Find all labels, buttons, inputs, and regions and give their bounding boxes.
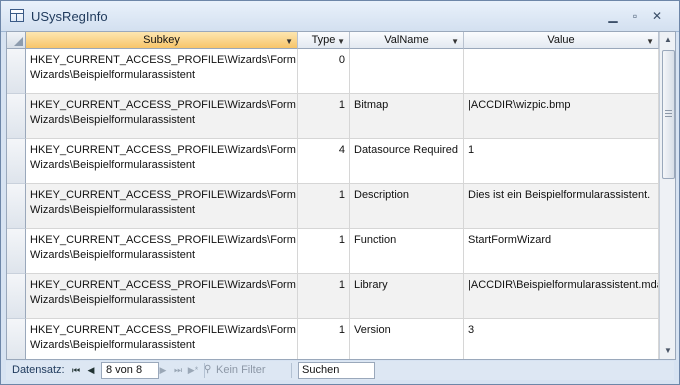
type-cell[interactable]: 1 bbox=[298, 229, 350, 274]
grip-line bbox=[665, 116, 672, 117]
subkey-cell[interactable]: HKEY_CURRENT_ACCESS_PROFILE\Wizards\Form… bbox=[26, 319, 298, 359]
subkey-cell[interactable]: HKEY_CURRENT_ACCESS_PROFILE\Wizards\Form… bbox=[26, 184, 298, 229]
value-cell[interactable]: StartFormWizard bbox=[464, 229, 659, 274]
table-row[interactable]: HKEY_CURRENT_ACCESS_PROFILE\Wizards\Form… bbox=[7, 184, 659, 229]
scroll-thumb[interactable] bbox=[662, 50, 675, 179]
type-cell[interactable]: 0 bbox=[298, 49, 350, 94]
subkey-cell[interactable]: HKEY_CURRENT_ACCESS_PROFILE\Wizards\Form… bbox=[26, 94, 298, 139]
record-selector[interactable] bbox=[7, 94, 26, 139]
last-record-icon[interactable]: ⏭ bbox=[172, 363, 184, 377]
type-cell[interactable]: 4 bbox=[298, 139, 350, 184]
column-header-label: ValName bbox=[384, 34, 429, 46]
subkey-cell[interactable]: HKEY_CURRENT_ACCESS_PROFILE\Wizards\Form… bbox=[26, 274, 298, 319]
column-header-label: Value bbox=[547, 34, 575, 46]
record-selector[interactable] bbox=[7, 49, 26, 94]
column-header-value[interactable]: Value ▼ bbox=[464, 32, 659, 49]
filter-label: Kein Filter bbox=[216, 364, 266, 376]
restore-icon[interactable]: ▫ bbox=[627, 9, 643, 23]
record-selector[interactable] bbox=[7, 229, 26, 274]
dropdown-arrow-icon[interactable]: ▼ bbox=[285, 34, 293, 50]
select-all-corner[interactable] bbox=[7, 32, 26, 49]
table-row[interactable]: HKEY_CURRENT_ACCESS_PROFILE\Wizards\Form… bbox=[7, 49, 659, 94]
dropdown-arrow-icon[interactable]: ▼ bbox=[337, 34, 345, 50]
scroll-down-icon[interactable]: ▼ bbox=[660, 343, 675, 359]
minimize-icon[interactable]: ▁ bbox=[605, 9, 621, 23]
filter-status[interactable]: ⚲ Kein Filter bbox=[204, 364, 266, 376]
first-record-icon[interactable]: ⏮ bbox=[70, 363, 82, 377]
previous-record-icon[interactable]: ◀ bbox=[85, 363, 97, 377]
column-header-row: Subkey ▼ Type ▼ ValName ▼ Value ▼ bbox=[7, 32, 675, 49]
table-row[interactable]: HKEY_CURRENT_ACCESS_PROFILE\Wizards\Form… bbox=[7, 229, 659, 274]
column-header-label: Subkey bbox=[143, 34, 180, 46]
dropdown-arrow-icon[interactable]: ▼ bbox=[646, 34, 654, 50]
datasheet-grid: Subkey ▼ Type ▼ ValName ▼ Value ▼ HKEY_C… bbox=[6, 31, 676, 360]
valname-cell[interactable]: Version bbox=[350, 319, 464, 359]
valname-cell[interactable]: Datasource Required bbox=[350, 139, 464, 184]
record-selector[interactable] bbox=[7, 139, 26, 184]
type-cell[interactable]: 1 bbox=[298, 184, 350, 229]
value-cell[interactable]: 1 bbox=[464, 139, 659, 184]
vertical-scrollbar[interactable]: ▲ ▼ bbox=[659, 32, 675, 359]
subkey-cell[interactable]: HKEY_CURRENT_ACCESS_PROFILE\Wizards\Form… bbox=[26, 139, 298, 184]
grip-line bbox=[665, 113, 672, 114]
record-selector[interactable] bbox=[7, 274, 26, 319]
record-selector[interactable] bbox=[7, 319, 26, 359]
column-header-valname[interactable]: ValName ▼ bbox=[350, 32, 464, 49]
dropdown-arrow-icon[interactable]: ▼ bbox=[451, 34, 459, 50]
column-header-type[interactable]: Type ▼ bbox=[298, 32, 350, 49]
record-selector[interactable] bbox=[7, 184, 26, 229]
valname-cell[interactable]: Function bbox=[350, 229, 464, 274]
value-cell[interactable]: 3 bbox=[464, 319, 659, 359]
current-record-field[interactable]: 8 von 8 bbox=[101, 362, 159, 379]
search-input[interactable]: Suchen bbox=[298, 362, 375, 379]
type-cell[interactable]: 1 bbox=[298, 94, 350, 139]
valname-cell[interactable]: Bitmap bbox=[350, 94, 464, 139]
grip-line bbox=[665, 110, 672, 111]
table-row[interactable]: HKEY_CURRENT_ACCESS_PROFILE\Wizards\Form… bbox=[7, 94, 659, 139]
column-header-subkey[interactable]: Subkey ▼ bbox=[26, 32, 298, 49]
value-cell[interactable]: |ACCDIR\Beispielformularassistent.mda bbox=[464, 274, 659, 319]
record-navigation-bar: Datensatz: ⏮ ◀ 8 von 8 ▶ ⏭ ▶* ⚲ Kein Fil… bbox=[6, 361, 674, 380]
table-window: USysRegInfo ▁ ▫ ✕ Subkey ▼ Type ▼ ValNam… bbox=[0, 0, 680, 385]
type-cell[interactable]: 1 bbox=[298, 274, 350, 319]
valname-cell[interactable] bbox=[350, 49, 464, 94]
table-row[interactable]: HKEY_CURRENT_ACCESS_PROFILE\Wizards\Form… bbox=[7, 274, 659, 319]
next-record-icon[interactable]: ▶ bbox=[157, 363, 169, 377]
new-record-icon[interactable]: ▶* bbox=[187, 363, 199, 377]
table-row[interactable]: HKEY_CURRENT_ACCESS_PROFILE\Wizards\Form… bbox=[7, 319, 659, 359]
value-cell[interactable]: |ACCDIR\wizpic.bmp bbox=[464, 94, 659, 139]
close-icon[interactable]: ✕ bbox=[649, 9, 665, 23]
title-bar: USysRegInfo ▁ ▫ ✕ bbox=[1, 1, 679, 32]
table-icon bbox=[10, 9, 24, 22]
subkey-cell[interactable]: HKEY_CURRENT_ACCESS_PROFILE\Wizards\Form… bbox=[26, 229, 298, 274]
record-label: Datensatz: bbox=[12, 364, 65, 376]
table-row[interactable]: HKEY_CURRENT_ACCESS_PROFILE\Wizards\Form… bbox=[7, 139, 659, 184]
divider bbox=[291, 363, 292, 378]
column-header-label: Type bbox=[311, 34, 336, 46]
type-cell[interactable]: 1 bbox=[298, 319, 350, 359]
filter-off-icon: ⚲ bbox=[204, 364, 212, 375]
valname-cell[interactable]: Library bbox=[350, 274, 464, 319]
window-title: USysRegInfo bbox=[31, 9, 108, 24]
scroll-up-icon[interactable]: ▲ bbox=[660, 32, 675, 48]
value-cell[interactable] bbox=[464, 49, 659, 94]
valname-cell[interactable]: Description bbox=[350, 184, 464, 229]
subkey-cell[interactable]: HKEY_CURRENT_ACCESS_PROFILE\Wizards\Form… bbox=[26, 49, 298, 94]
value-cell[interactable]: Dies ist ein Beispielformularassistent. bbox=[464, 184, 659, 229]
